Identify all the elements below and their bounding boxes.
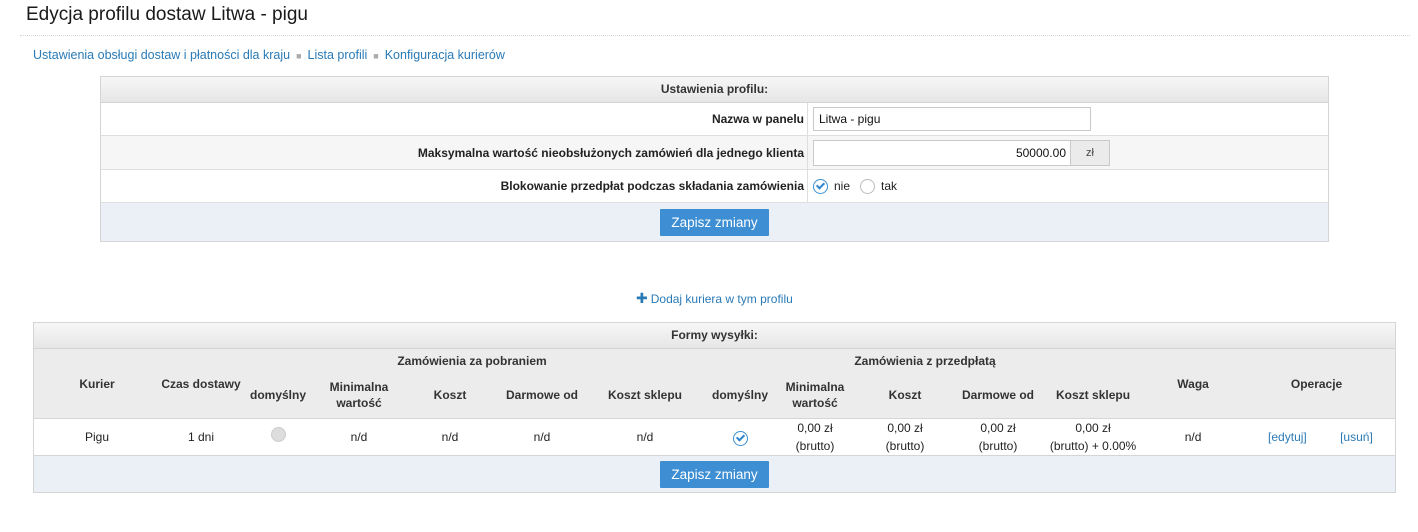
cell-pre-free: 0,00 zł (brutto) (958, 418, 1038, 456)
cell-cod-min: n/d (314, 418, 404, 456)
profile-footer: Zapisz zmiany (101, 203, 1328, 241)
cell-pre-shop: 0,00 zł (brutto) + 0.00% (1038, 418, 1149, 456)
col-cod-default: domyślny (242, 372, 314, 419)
col-operations: Operacje (1238, 349, 1396, 419)
block-prepayment-row: Blokowanie przedpłat podczas składania z… (101, 170, 1328, 203)
col-pre-free: Darmowe od (958, 372, 1038, 419)
group-cod: Zamówienia za pobraniem (242, 349, 702, 372)
cell-time: 1 dni (160, 418, 242, 456)
radio-nie[interactable] (813, 178, 828, 194)
cell-courier: Pigu (34, 418, 160, 456)
radio-tak[interactable] (860, 178, 876, 194)
breadcrumb-link-country-settings[interactable]: Ustawienia obsługi dostaw i płatności dl… (33, 48, 290, 62)
shipping-table: Kurier Czas dostawy Zamówienia za pobran… (34, 349, 1396, 456)
shipping-methods-header: Formy wysyłki: (34, 323, 1395, 349)
save-profile-button[interactable]: Zapisz zmiany (660, 208, 769, 236)
add-courier-label: Dodaj kuriera w tym profilu (650, 292, 793, 306)
col-cod-shop: Koszt sklepu (588, 372, 702, 419)
max-value-input[interactable] (813, 139, 1071, 166)
col-cod-free: Darmowe od (496, 372, 588, 419)
plus-icon: ✚ (636, 290, 648, 306)
profile-settings-panel: Ustawienia profilu: Nazwa w panelu Maksy… (100, 76, 1329, 242)
table-row: Pigu 1 dni n/d n/d n/d n/d 0,00 zł (brutt… (34, 418, 1396, 456)
profile-name-input[interactable] (813, 107, 1091, 131)
col-weight: Waga (1148, 349, 1239, 419)
page-title: Edycja profilu dostaw Litwa - pigu (26, 4, 308, 25)
col-pre-shop: Koszt sklepu (1038, 372, 1149, 419)
cell-pre-min: 0,00 zł (brutto) (778, 418, 852, 456)
shipping-methods-panel: Formy wysyłki: Kurier Czas dostawy Zamów… (33, 322, 1396, 493)
profile-settings-header: Ustawienia profilu: (101, 77, 1328, 103)
save-shipping-button[interactable]: Zapisz zmiany (660, 460, 769, 488)
col-pre-cost: Koszt (852, 372, 958, 419)
col-pre-default: domyślny (702, 372, 778, 419)
breadcrumb-separator: ■ (373, 50, 379, 61)
title-divider (20, 35, 1410, 36)
radio-nie-label: nie (834, 179, 851, 193)
breadcrumb: Ustawienia obsługi dostaw i płatności dl… (33, 48, 505, 62)
col-cod-cost: Koszt (404, 372, 496, 419)
max-value-row: Maksymalna wartość nieobsłużonych zamówi… (101, 136, 1328, 170)
breadcrumb-link-profile-list[interactable]: Lista profili (308, 48, 368, 62)
col-cod-min: Minimalna wartość (314, 372, 404, 419)
currency-unit: zł (1071, 139, 1110, 166)
cod-default-radio[interactable] (270, 427, 286, 442)
max-value-label: Maksymalna wartość nieobsłużonych zamówi… (101, 136, 808, 169)
profile-name-label: Nazwa w panelu (101, 103, 808, 135)
col-pre-min: Minimalna wartość (778, 372, 852, 419)
shipping-footer: Zapisz zmiany (34, 456, 1395, 492)
profile-name-row: Nazwa w panelu (101, 103, 1328, 136)
col-courier: Kurier (34, 349, 160, 419)
delete-courier-link[interactable]: [usuń] (1340, 430, 1373, 444)
cell-cod-cost: n/d (404, 418, 496, 456)
breadcrumb-separator: ■ (296, 50, 302, 61)
block-prepayment-label: Blokowanie przedpłat podczas składania z… (101, 170, 808, 202)
add-courier-link[interactable]: ✚ Dodaj kuriera w tym profilu (636, 290, 793, 307)
edit-courier-link[interactable]: [edytuj] (1268, 430, 1307, 444)
breadcrumb-link-courier-config[interactable]: Konfiguracja kurierów (385, 48, 505, 62)
col-delivery-time: Czas dostawy (160, 349, 242, 419)
radio-tak-label: tak (881, 179, 898, 193)
prepaid-default-radio[interactable] (732, 430, 748, 446)
cell-weight: n/d (1148, 418, 1239, 456)
cell-pre-cost: 0,00 zł (brutto) (852, 418, 958, 456)
cell-cod-free: n/d (496, 418, 588, 456)
cell-cod-shop: n/d (588, 418, 702, 456)
group-prepaid: Zamówienia z przedpłatą (702, 349, 1149, 372)
cell-operations: [edytuj] [usuń] (1238, 418, 1396, 456)
